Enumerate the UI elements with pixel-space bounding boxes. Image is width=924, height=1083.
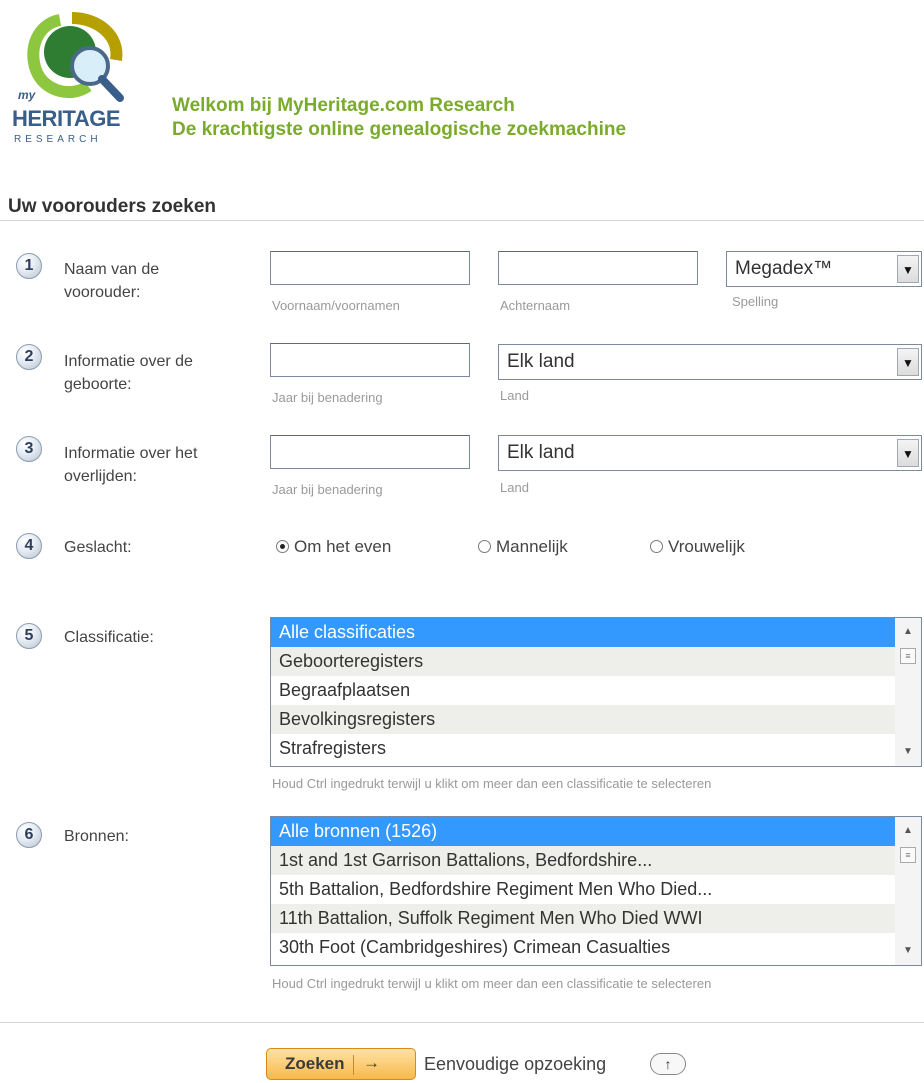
spelling-select-value: Megadex™ xyxy=(735,258,833,279)
arrow-up-icon[interactable]: ↑ xyxy=(650,1053,686,1075)
death-year-input[interactable] xyxy=(270,435,470,469)
classification-hint: Houd Ctrl ingedrukt terwijl u klikt om m… xyxy=(272,776,712,791)
death-label-line-1: Informatie over het xyxy=(64,445,198,462)
chevron-down-icon[interactable]: ▼ xyxy=(897,348,919,376)
death-country-value: Elk land xyxy=(507,442,575,463)
search-button-label: Zoeken xyxy=(285,1054,345,1073)
classification-listbox[interactable]: Alle classificaties Geboorteregisters Be… xyxy=(270,617,922,767)
classification-label: Classificatie: xyxy=(64,629,154,646)
last-name-hint: Achternaam xyxy=(500,298,571,313)
death-year-hint: Jaar bij benadering xyxy=(272,482,383,497)
birth-label-line-1: Informatie over de xyxy=(64,353,193,370)
simple-search-link[interactable]: Eenvoudige opzoeking xyxy=(424,1054,606,1075)
death-label: Informatie over het overlijden: xyxy=(64,442,197,488)
sources-label: Bronnen: xyxy=(64,828,129,845)
gender-male-label: Mannelijk xyxy=(496,537,568,556)
chevron-down-icon[interactable]: ▼ xyxy=(897,255,919,283)
birth-label-line-2: geboorte: xyxy=(64,376,132,393)
list-item[interactable]: 1st and 1st Garrison Battalions, Bedford… xyxy=(271,846,921,875)
spelling-select[interactable]: Megadex™ ▼ xyxy=(726,251,922,287)
list-item[interactable]: Alle classificaties xyxy=(271,618,921,647)
radio-checked-icon[interactable] xyxy=(276,540,289,553)
list-item[interactable]: Bevolkingsregisters xyxy=(271,705,921,734)
scroll-up-icon[interactable]: ▲ xyxy=(895,622,921,642)
list-item[interactable]: 5th Battalion, Bedfordshire Regiment Men… xyxy=(271,875,921,904)
name-label-line-1: Naam van de xyxy=(64,261,160,278)
name-label-line-2: voorouder: xyxy=(64,284,141,301)
sources-listbox[interactable]: Alle bronnen (1526) 1st and 1st Garrison… xyxy=(270,816,922,966)
death-country-hint: Land xyxy=(500,480,529,495)
radio-unchecked-icon[interactable] xyxy=(650,540,663,553)
spelling-hint: Spelling xyxy=(732,294,779,309)
gender-label: Geslacht: xyxy=(64,539,132,556)
list-item[interactable]: Strafregisters xyxy=(271,734,921,763)
birth-year-input[interactable] xyxy=(270,343,470,377)
list-item[interactable]: 11th Battalion, Suffolk Regiment Men Who… xyxy=(271,904,921,933)
death-country-select[interactable]: Elk land ▼ xyxy=(498,435,922,471)
scroll-up-icon[interactable]: ▲ xyxy=(895,821,921,841)
list-item[interactable]: 30th Foot (Cambridgeshires) Crimean Casu… xyxy=(271,933,921,962)
scroll-grip-icon[interactable]: ≡ xyxy=(900,648,916,664)
scroll-grip-icon[interactable]: ≡ xyxy=(900,847,916,863)
step-number-4: 4 xyxy=(16,533,42,559)
step-number-2: 2 xyxy=(16,344,42,370)
step-number-5: 5 xyxy=(16,623,42,649)
search-button-divider xyxy=(353,1055,354,1075)
radio-dot xyxy=(280,544,285,549)
search-button[interactable]: Zoeken → xyxy=(266,1048,416,1080)
birth-year-hint: Jaar bij benadering xyxy=(272,390,383,405)
last-name-input[interactable] xyxy=(498,251,698,285)
logo-word: HERITAGE xyxy=(12,106,121,131)
logo-subtitle: RESEARCH xyxy=(14,134,102,145)
step-number-3: 3 xyxy=(16,436,42,462)
death-label-line-2: overlijden: xyxy=(64,468,137,485)
section-title: Uw voorouders zoeken xyxy=(8,196,216,217)
first-name-input[interactable] xyxy=(270,251,470,285)
gender-any-label: Om het even xyxy=(294,537,392,556)
scrollbar[interactable]: ▲ ≡ ▼ xyxy=(895,817,921,965)
sources-hint: Houd Ctrl ingedrukt terwijl u klikt om m… xyxy=(272,976,712,991)
radio-unchecked-icon[interactable] xyxy=(478,540,491,553)
scrollbar[interactable]: ▲ ≡ ▼ xyxy=(895,618,921,766)
section-divider xyxy=(0,220,924,221)
scroll-down-icon[interactable]: ▼ xyxy=(895,941,921,961)
first-name-hint: Voornaam/voornamen xyxy=(272,298,400,313)
logo-my-text: my xyxy=(18,88,36,102)
welcome-line-2: De krachtigste online genealogische zoek… xyxy=(172,119,627,140)
arrow-right-icon: → xyxy=(363,1053,380,1072)
list-item[interactable]: Geboorteregisters xyxy=(271,647,921,676)
name-label: Naam van de voorouder: xyxy=(64,258,159,304)
birth-label: Informatie over de geboorte: xyxy=(64,350,193,396)
birth-country-select[interactable]: Elk land ▼ xyxy=(498,344,922,380)
welcome-heading: Welkom bij MyHeritage.com Research De kr… xyxy=(172,94,626,142)
step-number-6: 6 xyxy=(16,822,42,848)
chevron-down-icon[interactable]: ▼ xyxy=(897,439,919,467)
birth-country-value: Elk land xyxy=(507,351,575,372)
scroll-down-icon[interactable]: ▼ xyxy=(895,742,921,762)
list-item[interactable]: Begraafplaatsen xyxy=(271,676,921,705)
gender-female-label: Vrouwelijk xyxy=(668,537,745,556)
list-item[interactable]: Alle bronnen (1526) xyxy=(271,817,921,846)
birth-country-hint: Land xyxy=(500,388,529,403)
bottom-divider xyxy=(0,1022,924,1023)
step-number-1: 1 xyxy=(16,253,42,279)
welcome-line-1: Welkom bij MyHeritage.com Research xyxy=(172,95,515,116)
